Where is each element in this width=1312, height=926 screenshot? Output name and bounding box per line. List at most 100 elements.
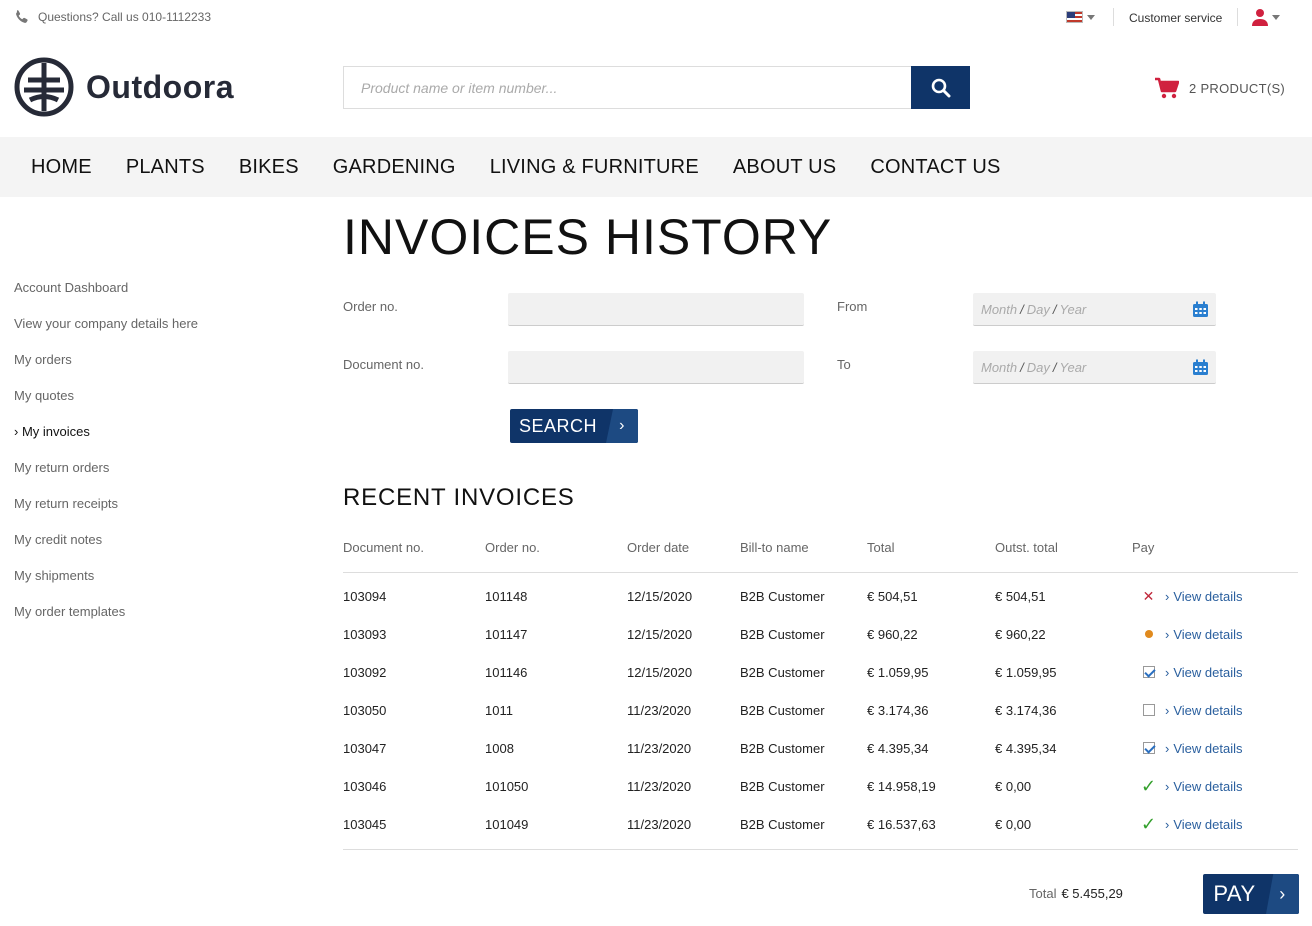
sidebar-item-label: My return orders (14, 460, 110, 475)
day-placeholder: Day (1026, 359, 1050, 375)
search-submit-button[interactable]: SEARCH › (510, 409, 638, 443)
sidebar-item-label: My order templates (14, 604, 126, 619)
view-details-link[interactable]: › View details (1165, 741, 1298, 756)
search-icon (931, 78, 950, 97)
sidebar-item-company-details[interactable]: View your company details here (14, 316, 198, 352)
document-no-input[interactable] (508, 351, 804, 384)
customer-service-link[interactable]: Customer service (1129, 11, 1222, 25)
pay-checkbox[interactable] (1142, 704, 1155, 716)
view-details-link[interactable]: › View details (1165, 589, 1298, 604)
chevron-right-icon: › (1165, 588, 1170, 604)
from-label: From (837, 299, 868, 314)
sidebar-item-label: My invoices (21, 424, 90, 439)
logo[interactable]: Outdoora (14, 57, 234, 117)
view-details-link[interactable]: › View details (1165, 817, 1298, 832)
day-placeholder: Day (1026, 301, 1050, 317)
search-button[interactable] (911, 66, 970, 109)
cell-order-no: 1008 (485, 740, 514, 756)
date-separator: / (1020, 359, 1024, 375)
total-label: Total (1029, 886, 1057, 901)
pay-checkbox[interactable] (1142, 666, 1155, 678)
cell-document-no: 103094 (343, 588, 387, 604)
calendar-icon[interactable] (1192, 301, 1209, 318)
sidebar-item-dashboard[interactable]: Account Dashboard (14, 280, 198, 316)
nav-plants[interactable]: PLANTS (126, 156, 205, 179)
nav-contact-us[interactable]: CONTACT US (870, 156, 1000, 179)
sidebar-item-return-receipts[interactable]: My return receipts (14, 496, 198, 532)
cell-order-no: 101147 (485, 626, 528, 642)
month-placeholder: Month (981, 359, 1018, 375)
view-details-label: View details (1173, 664, 1243, 680)
table-body: 103094 101148 12/15/2020 B2B Customer € … (343, 573, 1298, 850)
cell-order-no: 101148 (485, 588, 528, 604)
date-separator: / (1020, 301, 1024, 317)
cart-icon (1155, 77, 1179, 99)
cell-total: € 1.059,95 (867, 664, 929, 680)
col-bill-to-name: Bill-to name (740, 540, 809, 555)
col-total: Total (867, 540, 895, 555)
cell-document-no: 103047 (343, 740, 387, 756)
table-row: 103045 101049 11/23/2020 B2B Customer € … (343, 805, 1298, 843)
sidebar-item-label: View your company details here (14, 316, 199, 331)
chevron-right-icon: › (1165, 664, 1170, 680)
cell-outst-total: € 0,00 (995, 778, 1032, 794)
divider (1237, 8, 1238, 26)
sidebar-item-credit-notes[interactable]: My credit notes (14, 532, 198, 568)
sidebar-item-invoices[interactable]: › My invoices (14, 424, 198, 460)
phone-text: Questions? Call us 010-1112233 (38, 10, 212, 24)
date-separator: / (1052, 301, 1057, 317)
nav-bikes[interactable]: BIKES (239, 156, 299, 179)
pay-button[interactable]: PAY › (1203, 874, 1299, 914)
cell-outst-total: € 960,22 (995, 626, 1046, 642)
view-details-link[interactable]: › View details (1165, 665, 1298, 680)
cell-document-no: 103092 (343, 664, 387, 680)
sidebar-item-order-templates[interactable]: My order templates (14, 604, 198, 640)
pay-checkbox[interactable] (1142, 742, 1155, 754)
main-nav: HOME PLANTS BIKES GARDENING LIVING & FUR… (0, 137, 1312, 197)
order-no-input[interactable] (508, 293, 804, 326)
cell-order-date: 12/15/2020 (627, 588, 693, 604)
chevron-down-icon (1087, 14, 1095, 20)
to-date-input[interactable]: Month / Day / Year (973, 351, 1216, 384)
from-date-input[interactable]: Month / Day / Year (973, 293, 1216, 326)
sidebar-item-shipments[interactable]: My shipments (14, 568, 198, 604)
nav-about-us[interactable]: ABOUT US (733, 156, 836, 179)
sidebar-item-quotes[interactable]: My quotes (14, 388, 198, 424)
language-selector[interactable] (1066, 11, 1095, 23)
account-sidebar: Account Dashboard View your company deta… (14, 280, 198, 640)
sidebar-item-orders[interactable]: My orders (14, 352, 198, 388)
logo-tree-icon (14, 57, 74, 117)
view-details-link[interactable]: › View details (1165, 703, 1298, 718)
cell-outst-total: € 1.059,95 (995, 664, 1057, 680)
view-details-link[interactable]: › View details (1165, 779, 1298, 794)
sidebar-item-label: My orders (14, 352, 72, 367)
sidebar-item-return-orders[interactable]: My return orders (14, 460, 198, 496)
cell-bill-to: B2B Customer (740, 588, 825, 604)
pay-status-cell: ✓ (1132, 777, 1165, 795)
cell-total: € 504,51 (867, 588, 918, 604)
to-label: To (837, 357, 851, 372)
search-button-label: SEARCH (518, 415, 597, 436)
nav-home[interactable]: HOME (31, 156, 92, 179)
search-input[interactable] (343, 66, 911, 109)
nav-living-furniture[interactable]: LIVING & FURNITURE (490, 156, 699, 179)
cell-bill-to: B2B Customer (740, 740, 825, 756)
cell-total: € 14.958,19 (867, 778, 936, 794)
sidebar-item-label: My credit notes (14, 532, 103, 547)
chevron-right-icon: › (1165, 816, 1170, 832)
view-details-label: View details (1173, 740, 1243, 756)
calendar-icon[interactable] (1192, 359, 1209, 376)
view-details-label: View details (1173, 816, 1243, 832)
view-details-link[interactable]: › View details (1165, 627, 1298, 642)
search-bar (343, 66, 970, 109)
month-placeholder: Month (981, 301, 1018, 317)
user-menu[interactable] (1252, 8, 1280, 26)
cell-order-date: 11/23/2020 (627, 816, 692, 832)
chevron-down-icon (1272, 14, 1280, 20)
nav-gardening[interactable]: GARDENING (333, 156, 456, 179)
paid-check-icon: ✓ (1140, 814, 1157, 834)
cell-outst-total: € 504,51 (995, 588, 1046, 604)
cell-order-date: 11/23/2020 (627, 778, 692, 794)
cell-order-date: 12/15/2020 (627, 626, 693, 642)
cart[interactable]: 2 PRODUCT(S) (1155, 77, 1285, 99)
